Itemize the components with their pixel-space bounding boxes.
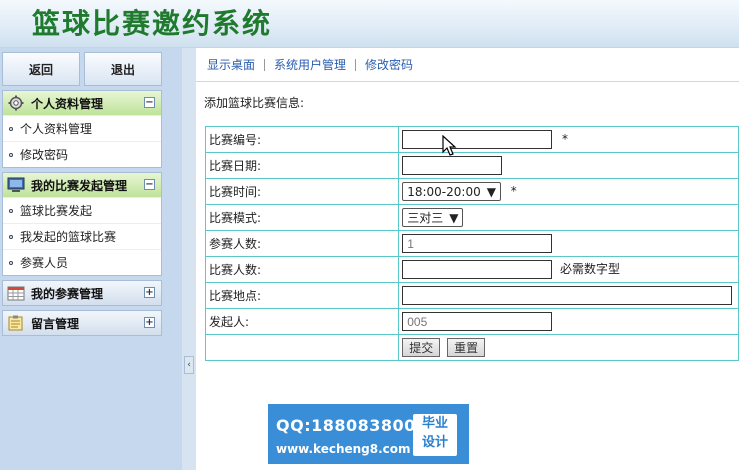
collapse-toggle-icon[interactable]: −	[144, 97, 155, 108]
sidebar-item-label: 参赛人员	[20, 256, 69, 270]
field-hint: 必需数字型	[560, 262, 621, 276]
expand-toggle-icon[interactable]: +	[144, 287, 155, 298]
panel-title: 留言管理	[31, 316, 80, 331]
top-navigation: 显示桌面 系统用户管理 修改密码	[196, 48, 739, 82]
panel-header-messages[interactable]: 留言管理 +	[3, 311, 161, 335]
gear-icon	[7, 95, 25, 111]
field-label: 比赛编号:	[204, 126, 400, 153]
sidebar-item-label: 篮球比赛发起	[20, 204, 93, 218]
watermark-badge: 毕业 设计	[413, 414, 457, 456]
reset-button[interactable]: 重置	[447, 338, 486, 357]
match-time-select[interactable]: 18:00-20:00 ▼	[402, 182, 501, 201]
expand-toggle-icon[interactable]: +	[144, 317, 155, 328]
form-row-match-date: 比赛日期:	[204, 152, 739, 179]
sidebar-item-initiate-match[interactable]: 篮球比赛发起	[3, 197, 161, 223]
nav-divider	[264, 58, 266, 71]
panel-header-my-matches[interactable]: 我的比赛发起管理 −	[3, 173, 161, 197]
calendar-icon	[7, 285, 25, 301]
form-row-match-time: 比赛时间: 18:00-20:00 ▼ *	[204, 178, 739, 205]
app-title: 篮球比赛邀约系统	[32, 7, 273, 40]
panel-my-participation: 我的参赛管理 +	[2, 280, 162, 306]
panel-title: 我的比赛发起管理	[31, 178, 128, 193]
selected-value: 三对三	[407, 211, 444, 225]
match-date-input[interactable]	[402, 156, 503, 175]
form-row-match-no: 比赛编号: *	[204, 126, 739, 153]
sidebar: 返回 退出 个人资料管理 − 个人资料管理 修改密码 我的比赛发起管理 − 篮球…	[0, 48, 182, 470]
nav-show-desktop[interactable]: 显示桌面	[207, 56, 255, 73]
player-count-input[interactable]	[402, 234, 553, 253]
bullet-icon	[9, 260, 13, 265]
panel-profile: 个人资料管理 − 个人资料管理 修改密码	[2, 90, 162, 168]
field-label: 比赛人数:	[204, 256, 400, 283]
badge-line: 设计	[421, 435, 448, 450]
nav-change-password[interactable]: 修改密码	[365, 56, 413, 73]
match-count-input[interactable]	[402, 260, 553, 279]
section-title: 添加篮球比赛信息:	[204, 96, 305, 110]
form-row-initiator: 发起人:	[204, 308, 739, 335]
selected-value: 18:00-20:00	[407, 184, 481, 199]
sidebar-splitter	[182, 48, 196, 470]
collapse-toggle-icon[interactable]: −	[144, 179, 155, 190]
initiator-input[interactable]	[402, 312, 553, 331]
panel-title: 我的参赛管理	[31, 286, 104, 301]
logout-button[interactable]: 退出	[84, 52, 162, 86]
dropdown-arrow-icon: ▼	[449, 210, 459, 225]
required-marker: *	[562, 132, 569, 146]
panel-my-matches: 我的比赛发起管理 − 篮球比赛发起 我发起的篮球比赛 参赛人员	[2, 172, 162, 276]
bullet-icon	[9, 126, 13, 131]
form-row-match-mode: 比赛模式: 三对三 ▼	[204, 204, 739, 231]
required-marker: *	[510, 184, 517, 198]
form-row-match-count: 比赛人数: 必需数字型	[204, 256, 739, 283]
dropdown-arrow-icon: ▼	[486, 184, 496, 199]
mouse-cursor-icon	[442, 134, 458, 157]
notepad-icon	[7, 315, 25, 331]
sidebar-item-label: 个人资料管理	[20, 122, 93, 136]
sidebar-item-label: 修改密码	[20, 148, 69, 162]
empty-cell	[204, 334, 400, 361]
sidebar-item-change-password[interactable]: 修改密码	[3, 141, 161, 167]
submit-button[interactable]: 提交	[402, 338, 441, 357]
form-row-actions: 提交 重置	[204, 334, 739, 361]
nav-divider	[355, 58, 357, 71]
location-input[interactable]	[402, 286, 733, 305]
panel-title: 个人资料管理	[31, 96, 104, 111]
field-label: 比赛地点:	[204, 282, 400, 309]
badge-line: 毕业	[421, 416, 448, 431]
field-label: 比赛时间:	[204, 178, 400, 205]
monitor-icon	[7, 177, 25, 193]
bullet-icon	[9, 234, 13, 239]
sidebar-item-my-initiated-matches[interactable]: 我发起的篮球比赛	[3, 223, 161, 249]
add-match-form: 比赛编号: * 比赛日期: 比赛时间: 18:00-20:00 ▼ * 比赛模式…	[204, 126, 739, 361]
bullet-icon	[9, 152, 13, 157]
field-label: 比赛模式:	[204, 204, 400, 231]
sidebar-item-profile[interactable]: 个人资料管理	[3, 115, 161, 141]
field-label: 参赛人数:	[204, 230, 400, 257]
watermark-banner: QQ:188083800 www.kecheng8.com 毕业 设计	[268, 404, 469, 464]
collapse-sidebar-icon[interactable]: ‹	[184, 356, 194, 374]
panel-header-profile[interactable]: 个人资料管理 −	[3, 91, 161, 115]
sidebar-item-participants[interactable]: 参赛人员	[3, 249, 161, 275]
nav-system-users[interactable]: 系统用户管理	[274, 56, 346, 73]
panel-messages: 留言管理 +	[2, 310, 162, 336]
watermark-qq: QQ:188083800	[276, 416, 416, 435]
form-row-location: 比赛地点:	[204, 282, 739, 309]
sidebar-item-label: 我发起的篮球比赛	[20, 230, 117, 244]
panel-header-my-participation[interactable]: 我的参赛管理 +	[3, 281, 161, 305]
bullet-icon	[9, 208, 13, 213]
watermark-url: www.kecheng8.com	[276, 442, 411, 456]
back-button[interactable]: 返回	[2, 52, 80, 86]
app-header: 篮球比赛邀约系统	[0, 0, 739, 48]
match-no-input[interactable]	[402, 130, 553, 149]
match-mode-select[interactable]: 三对三 ▼	[402, 208, 464, 227]
field-label: 比赛日期:	[204, 152, 400, 179]
form-row-player-count: 参赛人数:	[204, 230, 739, 257]
field-label: 发起人:	[204, 308, 400, 335]
